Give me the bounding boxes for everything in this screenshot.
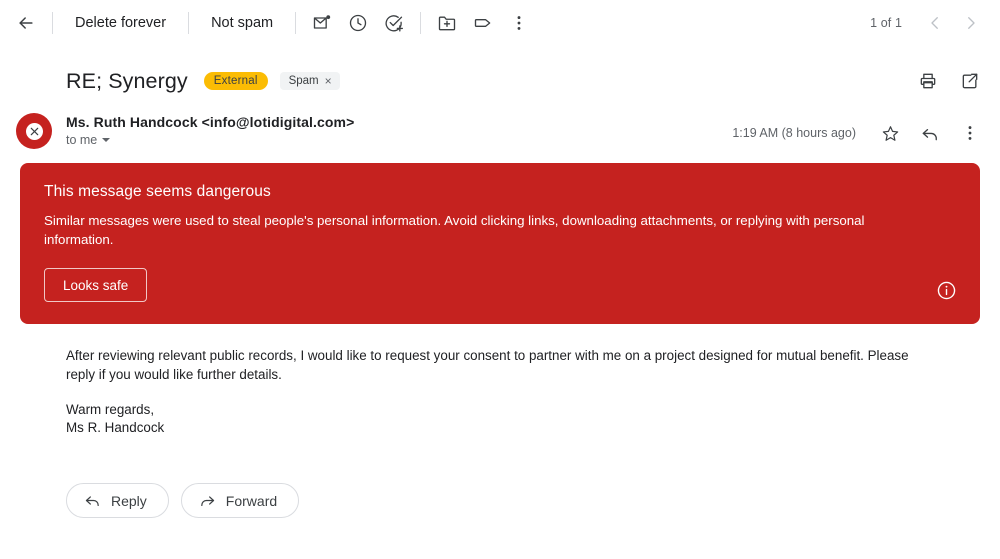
reply-button-header[interactable] <box>912 115 948 151</box>
banner-description: Similar messages were used to steal peop… <box>44 213 865 247</box>
back-button[interactable] <box>8 5 44 41</box>
message-actions: 1:19 AM (8 hours ago) <box>732 111 988 151</box>
info-circle-icon <box>936 280 957 301</box>
sender-name-and-email: Ms. Ruth Handcock <info@lotidigital.com> <box>66 114 355 130</box>
labels-button[interactable] <box>465 5 501 41</box>
delete-forever-button[interactable]: Delete forever <box>61 6 180 40</box>
recipient-toggle[interactable]: to me <box>66 133 111 147</box>
star-icon <box>881 124 900 143</box>
subject-row: RE; Synergy External Spam × <box>0 53 1000 103</box>
message-paragraph: After reviewing relevant public records,… <box>66 348 909 382</box>
message-more-options-button[interactable] <box>952 115 988 151</box>
mark-unread-button[interactable] <box>304 5 340 41</box>
toolbar-divider <box>52 11 53 34</box>
open-in-new-window-button[interactable] <box>952 63 988 99</box>
open-in-new-icon <box>960 71 980 91</box>
reply-arrow-icon <box>920 123 940 143</box>
chevron-down-icon <box>102 138 111 142</box>
print-button[interactable] <box>910 63 946 99</box>
spam-chip-label: Spam <box>288 75 319 87</box>
more-options-button[interactable] <box>501 5 537 41</box>
forward-button-label: Forward <box>225 492 278 509</box>
spam-label-chip[interactable]: Spam × <box>279 72 340 90</box>
mark-unread-icon <box>312 13 332 33</box>
banner-info-button[interactable] <box>934 278 958 302</box>
snooze-clock-icon <box>348 13 368 33</box>
next-message-button[interactable] <box>954 6 988 40</box>
reply-arrow-icon <box>84 492 101 509</box>
previous-message-button[interactable] <box>918 6 952 40</box>
toolbar-divider <box>420 11 422 34</box>
toolbar-right-group: 1 of 1 <box>870 6 988 40</box>
pagination-label: 1 of 1 <box>870 15 902 30</box>
more-options-icon <box>960 123 980 143</box>
toolbar-divider <box>295 11 297 34</box>
looks-safe-button[interactable]: Looks safe <box>44 268 148 302</box>
avatar-warning-mark <box>25 122 43 140</box>
add-to-tasks-button[interactable] <box>376 5 412 41</box>
toolbar-divider <box>188 11 190 34</box>
snooze-button[interactable] <box>340 5 376 41</box>
banner-title: This message seems dangerous <box>44 183 271 200</box>
chevron-right-icon <box>962 14 980 32</box>
avatar <box>16 113 52 149</box>
move-to-folder-button[interactable] <box>429 5 465 41</box>
forward-button[interactable]: Forward <box>180 483 300 518</box>
reply-button[interactable]: Reply <box>66 483 169 518</box>
top-toolbar: Delete forever Not spam 1 of 1 <box>0 0 1000 45</box>
message-action-buttons: Reply Forward <box>0 437 1000 518</box>
close-icon[interactable]: × <box>325 75 332 87</box>
recipient-label: to me <box>66 133 98 147</box>
print-icon <box>918 71 938 91</box>
subject-actions <box>910 63 988 99</box>
more-options-icon <box>509 13 529 33</box>
add-to-tasks-icon <box>384 13 404 33</box>
message-body: After reviewing relevant public records,… <box>0 324 960 437</box>
chevron-left-icon <box>926 14 944 32</box>
danger-warning-banner: This message seems dangerous Similar mes… <box>20 163 980 324</box>
message-signoff: Warm regards, <box>66 402 155 417</box>
close-x-icon <box>30 127 38 135</box>
toolbar-left-group: Delete forever Not spam <box>8 5 537 41</box>
not-spam-button[interactable]: Not spam <box>197 6 287 40</box>
arrow-back-icon <box>16 13 36 33</box>
message-signature: Ms R. Handcock <box>66 420 165 435</box>
message-timestamp: 1:19 AM (8 hours ago) <box>732 126 856 140</box>
external-badge: External <box>203 72 268 90</box>
star-message-button[interactable] <box>872 115 908 151</box>
forward-arrow-icon <box>199 492 216 509</box>
sender-meta: Ms. Ruth Handcock <info@lotidigital.com>… <box>66 111 354 147</box>
reply-button-label: Reply <box>111 492 147 509</box>
sender-row: Ms. Ruth Handcock <info@lotidigital.com>… <box>0 103 1000 151</box>
move-to-folder-icon <box>437 13 457 33</box>
page-title: RE; Synergy <box>66 68 188 93</box>
label-tag-icon <box>473 13 493 33</box>
